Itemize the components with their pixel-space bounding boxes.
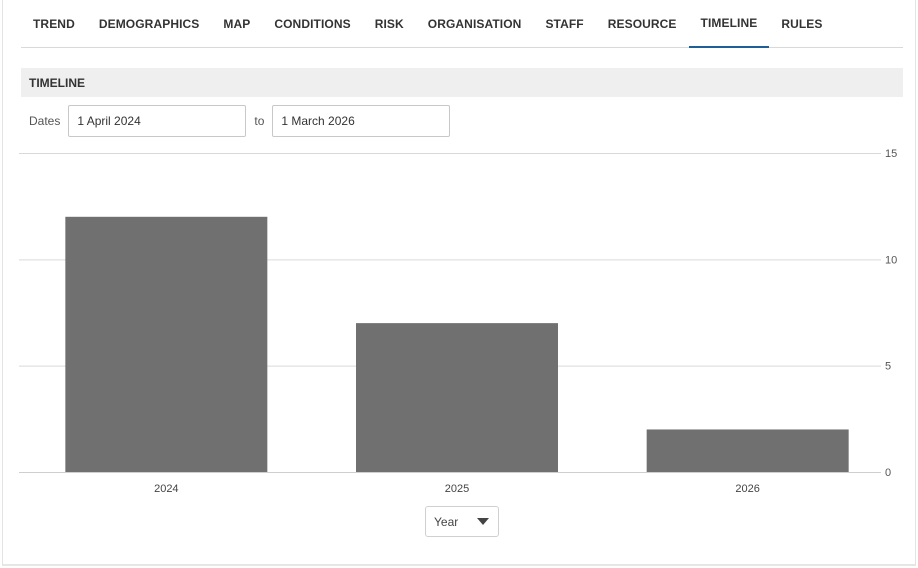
x-tick-label: 2024 — [154, 483, 178, 495]
bar-2025[interactable] — [356, 323, 558, 472]
start-date-input[interactable] — [68, 105, 247, 137]
x-tick-label: 2026 — [735, 483, 759, 495]
tab-timeline[interactable]: TIMELINE — [688, 0, 770, 48]
y-tick-label: 5 — [885, 361, 891, 373]
tab-organisation[interactable]: ORGANISATION — [416, 0, 534, 47]
y-tick-label: 0 — [885, 467, 891, 479]
tab-map[interactable]: MAP — [211, 0, 262, 47]
bar-2026[interactable] — [646, 429, 849, 472]
timeline-panel: TREND DEMOGRAPHICS MAP CONDITIONS RISK O… — [2, 0, 916, 566]
y-tick-label: 10 — [885, 254, 897, 266]
bar-2024[interactable] — [65, 216, 268, 472]
chevron-down-icon — [477, 518, 489, 525]
tab-conditions[interactable]: CONDITIONS — [262, 0, 362, 47]
tab-demographics[interactable]: DEMOGRAPHICS — [87, 0, 212, 47]
tab-bar: TREND DEMOGRAPHICS MAP CONDITIONS RISK O… — [21, 0, 903, 48]
tab-resource[interactable]: RESOURCE — [596, 0, 689, 47]
y-tick-label: 15 — [885, 148, 897, 160]
group-by-value: Year — [434, 514, 459, 529]
section-title: TIMELINE — [21, 68, 903, 97]
dates-label: Dates — [29, 114, 61, 128]
timeline-bar-chart: 0 5 10 15 2024 2025 2026 — [3, 140, 918, 510]
date-range-filter: Dates to — [29, 105, 451, 137]
group-by-select[interactable]: Year — [425, 506, 499, 537]
tab-trend[interactable]: TREND — [21, 0, 87, 47]
x-tick-label: 2025 — [445, 483, 469, 495]
tab-risk[interactable]: RISK — [363, 0, 416, 47]
end-date-input[interactable] — [272, 105, 451, 137]
tab-rules[interactable]: RULES — [769, 0, 834, 47]
chart-svg: 0 5 10 15 2024 2025 2026 — [19, 148, 897, 495]
tab-staff[interactable]: STAFF — [533, 0, 595, 47]
to-label: to — [254, 114, 265, 128]
